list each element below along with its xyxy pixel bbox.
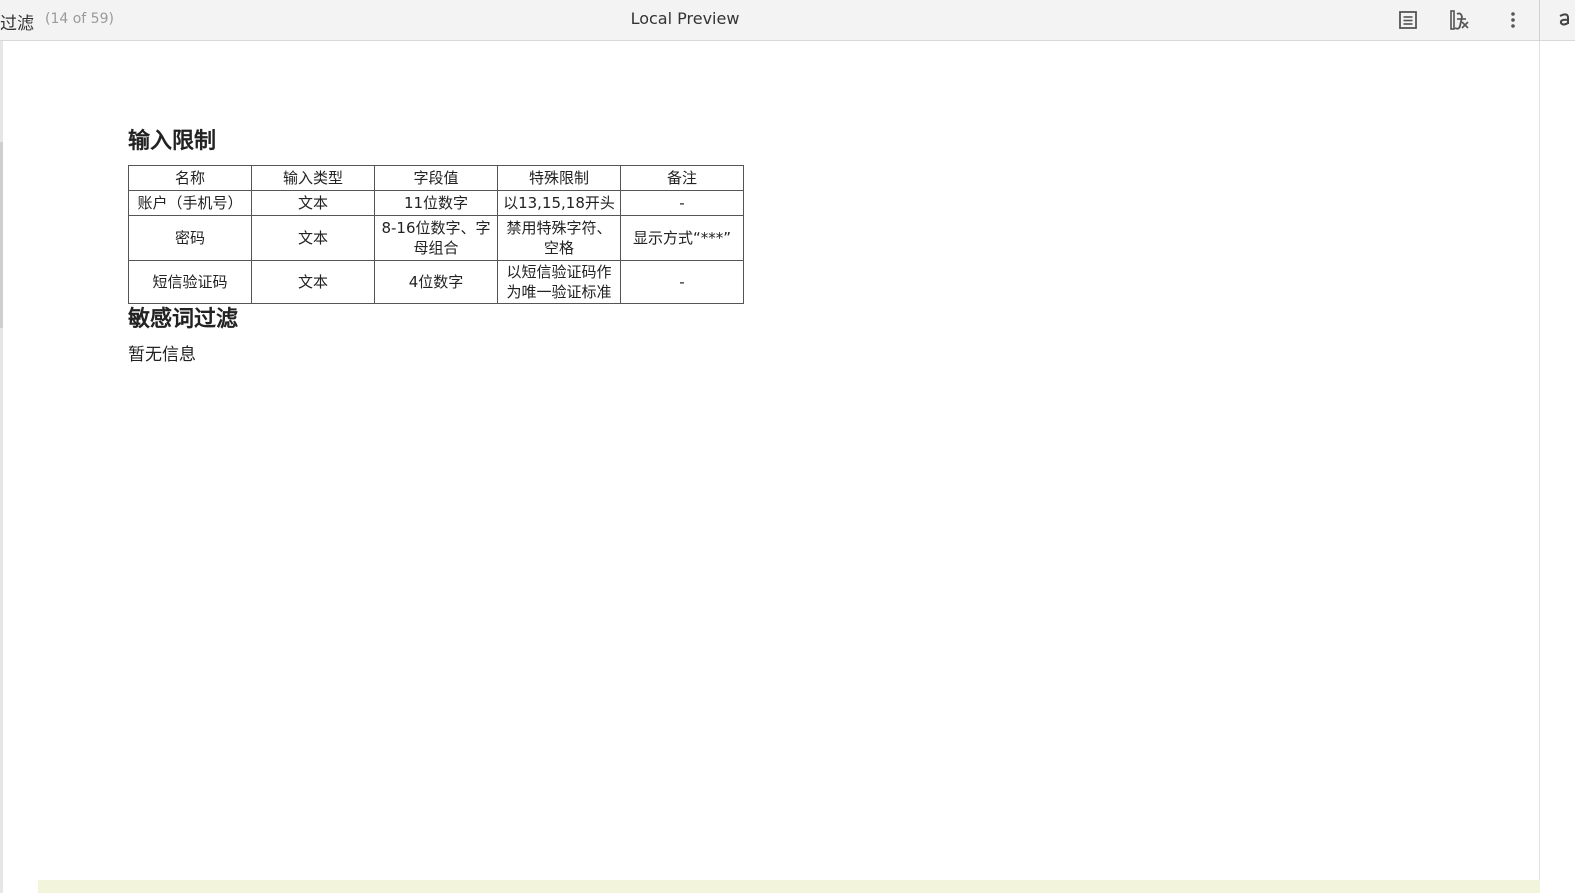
table-cell: - <box>620 260 744 304</box>
table-row: 密码 文本 8-16位数字、字母组合 禁用特殊字符、空格 显示方式“***” <box>128 215 744 261</box>
table-cell: 11位数字 <box>374 190 498 216</box>
more-vertical-icon[interactable] <box>1500 7 1526 33</box>
section-heading-sensitive-filter: 敏感词过滤 <box>128 307 239 332</box>
panel-edge-icon[interactable] <box>1556 8 1575 35</box>
table-cell: 以13,15,18开头 <box>497 190 621 216</box>
input-limits-table: 名称 输入类型 字段值 特殊限制 备注 账户（手机号） 文本 11位数字 以13… <box>128 165 744 304</box>
table-cell: 8-16位数字、字母组合 <box>374 215 498 261</box>
table-row: 短信验证码 文本 4位数字 以短信验证码作为唯一验证标准 - <box>128 260 744 304</box>
document-content: 输入限制 名称 输入类型 字段值 特殊限制 备注 账户（手机号） 文本 11位数… <box>128 126 744 365</box>
table-cell: 短信验证码 <box>128 260 252 304</box>
table-header-row: 名称 输入类型 字段值 特殊限制 备注 <box>128 165 744 191</box>
table-cell: 文本 <box>251 190 375 216</box>
section-heading-input-limits: 输入限制 <box>128 129 217 154</box>
table-cell: 文本 <box>251 260 375 304</box>
bottom-status-strip <box>38 880 1540 893</box>
table-header-cell: 备注 <box>620 165 744 191</box>
table-header-cell: 输入类型 <box>251 165 375 191</box>
formula-icon[interactable] <box>1447 7 1473 33</box>
right-panel-border <box>1539 41 1540 893</box>
document-icon[interactable] <box>1395 7 1421 33</box>
preview-toolbar: 过滤 (14 of 59) Local Preview <box>0 0 1575 41</box>
table-cell: - <box>620 190 744 216</box>
left-gutter-scroll-indicator[interactable] <box>0 142 3 328</box>
table-cell: 文本 <box>251 215 375 261</box>
table-header-cell: 特殊限制 <box>497 165 621 191</box>
table-header-cell: 名称 <box>128 165 252 191</box>
sensitive-filter-body: 暂无信息 <box>128 345 196 365</box>
table-cell: 4位数字 <box>374 260 498 304</box>
table-cell: 账户（手机号） <box>128 190 252 216</box>
preview-title: Local Preview <box>630 9 740 28</box>
table-cell: 禁用特殊字符、空格 <box>497 215 621 261</box>
toolbar-divider <box>1539 0 1540 41</box>
table-header-cell: 字段值 <box>374 165 498 191</box>
table-cell: 密码 <box>128 215 252 261</box>
table-cell: 显示方式“***” <box>620 215 744 261</box>
table-cell: 以短信验证码作为唯一验证标准 <box>497 260 621 304</box>
table-row: 账户（手机号） 文本 11位数字 以13,15,18开头 - <box>128 190 744 216</box>
